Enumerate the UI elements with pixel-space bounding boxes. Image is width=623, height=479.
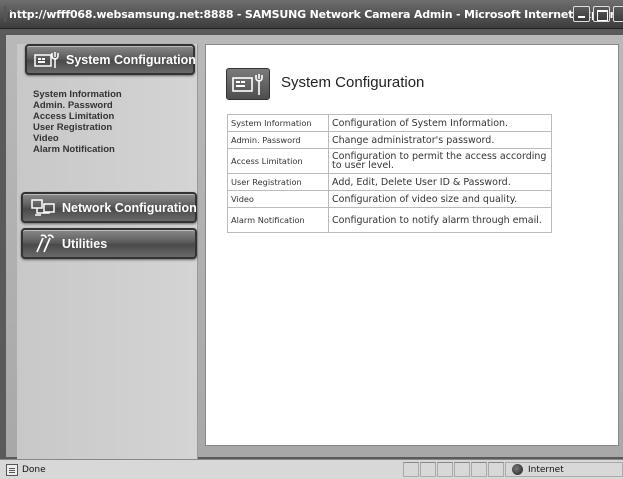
submenu-alarm-notification[interactable]: Alarm Notification xyxy=(33,144,122,155)
globe-icon xyxy=(512,464,523,475)
submenu-user-registration[interactable]: User Registration xyxy=(33,122,122,133)
zone-text: Internet xyxy=(528,464,564,475)
utilities-button[interactable]: Utilities xyxy=(21,228,197,259)
row-key: Alarm Notification xyxy=(227,207,329,233)
security-zone[interactable]: Internet xyxy=(505,462,623,477)
row-value: Configuration to notify alarm through em… xyxy=(328,207,552,233)
device-wrench-icon xyxy=(33,50,63,70)
system-submenu: System Information Admin. Password Acces… xyxy=(33,89,122,155)
status-pane xyxy=(488,462,504,477)
window-controls xyxy=(573,6,623,22)
minimize-button[interactable] xyxy=(573,6,590,22)
status-pane xyxy=(454,462,470,477)
window-title: http://wfff068.websamsung.net:8888 - SAM… xyxy=(9,7,623,21)
window-title-bar[interactable]: http://wfff068.websamsung.net:8888 - SAM… xyxy=(0,0,623,29)
utilities-label: Utilities xyxy=(62,236,108,251)
network-configuration-button[interactable]: Network Configuration xyxy=(21,192,197,223)
row-key: User Registration xyxy=(227,173,329,191)
sidebar: System Configuration System Information … xyxy=(17,44,198,459)
ie-page-icon xyxy=(4,6,18,22)
maximize-button[interactable] xyxy=(593,6,610,22)
row-value: Configuration of video size and quality. xyxy=(328,190,552,208)
tools-icon xyxy=(29,233,59,254)
row-value: Add, Edit, Delete User ID & Password. xyxy=(328,173,552,191)
table-row: Access Limitation Configuration to permi… xyxy=(227,148,552,174)
submenu-video[interactable]: Video xyxy=(33,133,122,144)
table-row: System Information Configuration of Syst… xyxy=(227,114,552,132)
table-row: User Registration Add, Edit, Delete User… xyxy=(227,173,552,191)
device-wrench-icon xyxy=(226,68,270,100)
status-pane xyxy=(437,462,453,477)
row-value: Configuration of System Information. xyxy=(328,114,552,132)
status-text: Done xyxy=(22,464,46,475)
close-button[interactable] xyxy=(613,6,623,22)
status-pane xyxy=(471,462,487,477)
table-row: Video Configuration of video size and qu… xyxy=(227,190,552,208)
row-value: Configuration to permit the access accor… xyxy=(328,148,552,174)
submenu-admin-password[interactable]: Admin. Password xyxy=(33,100,122,111)
row-value: Change administrator's password. xyxy=(328,131,552,149)
row-key: System Information xyxy=(227,114,329,132)
system-configuration-label: System Configuration xyxy=(66,52,196,67)
page-title: System Configuration xyxy=(281,74,425,91)
row-key: Access Limitation xyxy=(227,148,329,174)
status-pane xyxy=(420,462,436,477)
network-computers-icon xyxy=(29,198,59,218)
network-configuration-label: Network Configuration xyxy=(62,200,197,215)
system-configuration-button[interactable]: System Configuration xyxy=(25,44,196,75)
description-table: System Information Configuration of Syst… xyxy=(227,114,552,233)
status-pane xyxy=(403,462,419,477)
status-panes xyxy=(403,462,505,477)
submenu-access-limitation[interactable]: Access Limitation xyxy=(33,111,122,122)
document-icon xyxy=(6,463,18,476)
status-bar: Done Internet xyxy=(0,459,623,479)
row-key: Admin. Password xyxy=(227,131,329,149)
table-row: Admin. Password Change administrator's p… xyxy=(227,131,552,149)
content-panel: System Configuration System Information … xyxy=(205,44,619,446)
submenu-system-information[interactable]: System Information xyxy=(33,89,122,100)
row-key: Video xyxy=(227,190,329,208)
table-row: Alarm Notification Configuration to noti… xyxy=(227,207,552,233)
